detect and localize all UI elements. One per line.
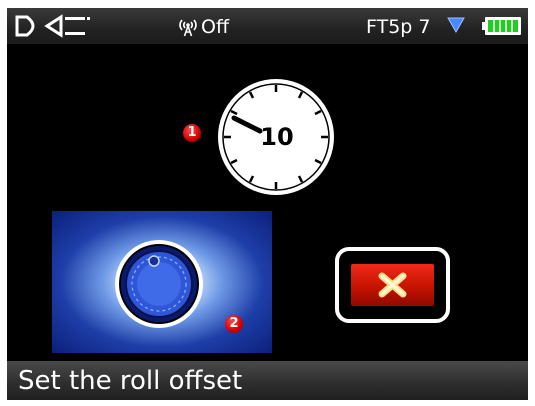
status-bar: Off FT5p 7 [7,8,528,44]
close-x-icon [378,272,407,298]
battery-icon [482,17,521,35]
instruction-bar: Set the roll offset [7,361,528,400]
device-screen: Off FT5p 7 1 10 2 Set the roll offset [7,8,528,400]
frequency-label: FT5p 7 [366,16,431,38]
antenna-icon [179,19,197,37]
cancel-button-face [351,264,434,306]
callout-1: 1 [183,124,201,142]
dci-logo [15,14,90,38]
radio-status: Off [177,15,229,39]
instruction-text: Set the roll offset [18,366,243,396]
callout-2: 2 [225,315,243,333]
set-roll-offset-button[interactable] [52,211,272,353]
roll-knob-icon [115,240,203,328]
roll-gauge: 10 [218,79,334,195]
roll-gauge-value: 10 [260,123,293,151]
radio-status-text: Off [201,16,230,38]
cancel-button[interactable] [335,247,450,323]
signal-strength-icon [447,17,465,33]
